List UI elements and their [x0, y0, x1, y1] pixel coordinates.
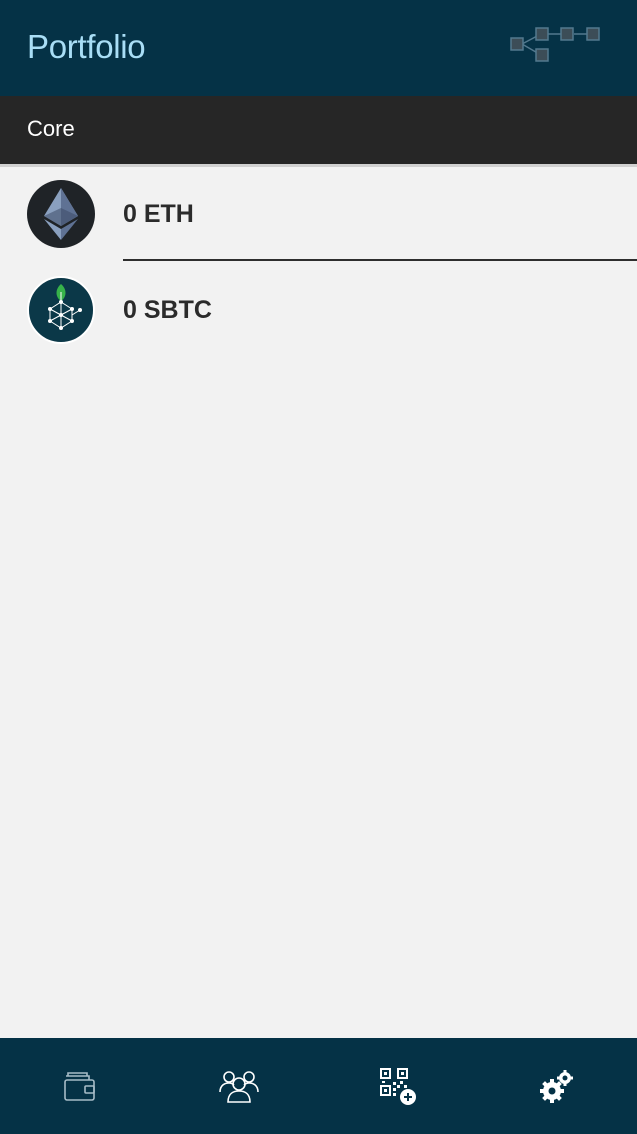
asset-amount-eth: 0 ETH [123, 200, 194, 228]
asset-row-eth[interactable]: 0 ETH [0, 167, 637, 261]
bottom-nav [0, 1038, 637, 1134]
qr-code-add-icon [379, 1068, 416, 1105]
section-header [0, 96, 637, 164]
page-title: Portfolio [27, 28, 146, 65]
asset-row-sbtc[interactable]: 0 SBTC [0, 276, 637, 370]
app-header: Portfolio [0, 0, 637, 96]
contacts-icon [218, 1071, 259, 1103]
section-title: Core [27, 116, 75, 141]
settings-gears-icon [539, 1070, 573, 1103]
nav-settings-button[interactable] [477, 1038, 636, 1134]
sbtc-logo-icon [27, 276, 95, 344]
wallet-icon [63, 1072, 95, 1101]
nav-wallet-button[interactable] [0, 1038, 159, 1134]
network-diagram-icon[interactable] [508, 24, 602, 64]
asset-divider [123, 259, 637, 261]
asset-amount-sbtc: 0 SBTC [123, 296, 212, 324]
nav-contacts-button[interactable] [159, 1038, 318, 1134]
ethereum-logo-icon [27, 180, 95, 248]
nav-qr-code-button[interactable] [318, 1038, 477, 1134]
